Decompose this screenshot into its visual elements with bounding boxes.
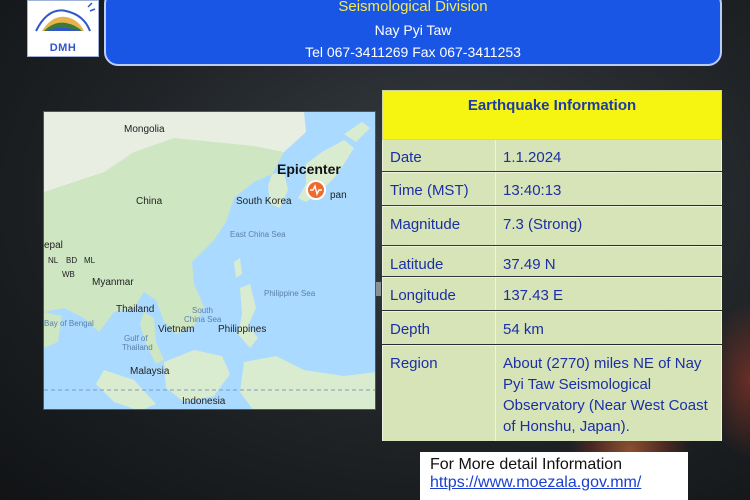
moezala-link[interactable]: https://www.moezala.gov.mm/ [430, 474, 641, 491]
more-info-box: For More detail Information https://www.… [420, 452, 688, 500]
info-label: Time (MST) [383, 173, 496, 205]
epicenter-map: Mongolia China South Korea pan East Chin… [43, 111, 376, 410]
info-value: 1.1.2024 [503, 149, 562, 166]
map-label-philippines: Philippines [218, 324, 267, 335]
info-value: 13:40:13 [503, 182, 562, 199]
map-label-south: South [192, 306, 213, 315]
info-row-depth: Depth 54 km [382, 311, 722, 344]
info-label: Longitude [383, 278, 496, 310]
map-label-malaysia: Malaysia [130, 366, 170, 377]
dmh-logo: DMH [27, 0, 99, 57]
epicenter-label: Epicenter [277, 161, 341, 177]
map-label-indonesia: Indonesia [182, 396, 226, 407]
map-label-nepal: epal [44, 240, 63, 251]
map-label-nl: NL [48, 256, 59, 265]
map-label-china-sea: China Sea [184, 315, 222, 324]
map-label-japan: pan [330, 190, 347, 201]
info-value: 54 km [503, 321, 544, 338]
info-value: About (2770) miles NE of Nay Pyi Taw Sei… [503, 355, 708, 435]
map-label-china: China [136, 196, 163, 207]
logo-emblem-icon [35, 2, 96, 32]
map-label-mongolia: Mongolia [124, 124, 165, 135]
division-title: Seismological Division [338, 0, 488, 15]
info-label: Region [383, 346, 496, 441]
city-name: Nay Pyi Taw [374, 22, 452, 38]
map-label-bay-of-bengal: Bay of Bengal [44, 319, 94, 328]
info-table-title: Earthquake Information [382, 90, 722, 140]
info-value: 7.3 (Strong) [503, 216, 583, 233]
info-row-region: Region About (2770) miles NE of Nay Pyi … [382, 345, 722, 441]
info-label: Latitude [383, 247, 496, 276]
map-label-bd: BD [66, 256, 78, 265]
info-row-date: Date 1.1.2024 [382, 140, 722, 171]
info-row-time: Time (MST) 13:40:13 [382, 172, 722, 205]
info-row-magnitude: Magnitude 7.3 (Strong) [382, 206, 722, 245]
map-label-gulf-of: Gulf of [124, 334, 148, 343]
map-label-gulf-thailand: Thailand [122, 343, 153, 352]
info-label: Depth [383, 312, 496, 344]
info-row-longitude: Longitude 137.43 E [382, 277, 722, 310]
map-label-south-korea: South Korea [236, 196, 292, 207]
map-label-wb: WB [62, 270, 75, 279]
map-label-thailand: Thailand [116, 304, 155, 315]
map-label-vietnam: Vietnam [158, 324, 195, 335]
info-row-latitude: Latitude 37.49 N [382, 246, 722, 276]
panel-divider [376, 282, 381, 296]
epicenter-marker-icon [306, 180, 326, 200]
map-label-ml: ML [84, 256, 96, 265]
map-label-myanmar: Myanmar [92, 277, 134, 288]
info-label: Magnitude [383, 207, 496, 245]
info-value: 37.49 N [503, 256, 556, 273]
header-banner: Seismological Division Nay Pyi Taw Tel 0… [104, 0, 722, 66]
map-label-philippine-sea: Philippine Sea [264, 289, 316, 298]
more-info-text: For More detail Information [430, 456, 623, 473]
contact-info: Tel 067-3411269 Fax 067-3411253 [305, 44, 521, 60]
info-label: Date [383, 140, 496, 171]
info-value: 137.43 E [503, 287, 564, 304]
map-label-east-china-sea: East China Sea [230, 230, 286, 239]
logo-text: DMH [49, 42, 77, 54]
